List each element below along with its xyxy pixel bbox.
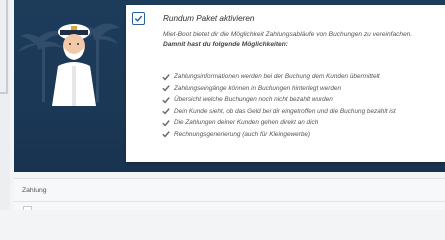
feature-list: Zahlungsinformationen werden bei der Buc… [162,71,396,140]
feature-item: Zahlungseingänge können in Buchungen hin… [162,83,396,95]
palm-trees-captain-illustration [18,23,120,106]
checkmark-icon [134,15,143,22]
feature-check-icon [162,96,170,104]
rundum-paket-checkbox[interactable] [132,12,145,25]
feature-item: Die Zahlungen deiner Kunden gehen direkt… [162,117,396,129]
page: Rundum Paket aktivieren Miet-Boot bietet… [0,0,445,210]
feature-item: Zahlungsinformationen werden bei der Buc… [162,71,396,83]
feature-text: Die Zahlungen deiner Kunden gehen direkt… [174,119,319,127]
feature-item: Dein Kunde sieht, ob das Geld bei dir ei… [162,106,396,118]
card-intro-strong: Damnit hast du folgende Möglichkeiten: [163,41,288,48]
feature-item: Rechnungsgenerierung (auch für Kleingewe… [162,129,396,141]
feature-text: Rechnungsgenerierung (auch für Kleingewe… [174,130,311,138]
feature-text: Übersicht welche Buchungen noch nicht be… [174,96,333,104]
payment-section: Zahlung [14,178,445,210]
edge-line [6,0,8,92]
feature-text: Dein Kunde sieht, ob das Geld bei dir ei… [174,107,396,115]
edge-tick [0,92,8,94]
feature-check-icon [162,131,170,138]
feature-check-icon [162,73,170,81]
feature-item: Übersicht welche Buchungen noch nicht be… [162,94,396,106]
left-edge-indicator [0,0,10,210]
feature-text: Zahlungseingänge können in Buchungen hin… [174,84,341,92]
rundum-paket-card: Rundum Paket aktivieren Miet-Boot bietet… [126,5,445,162]
feature-check-icon [162,85,170,92]
card-intro: Miet-Boot bietet dir die Möglichkeit Zah… [163,31,413,38]
card-title: Rundum Paket aktivieren [163,14,255,23]
payment-option-checkbox[interactable] [23,206,32,210]
payment-label: Zahlung [22,187,47,194]
panel-divider [14,201,445,202]
feature-check-icon [162,108,170,115]
rundum-paket-banner: Rundum Paket aktivieren Miet-Boot bietet… [14,0,445,172]
feature-text: Zahlungsinformationen werden bei der Buc… [174,73,380,81]
feature-check-icon [162,119,170,127]
